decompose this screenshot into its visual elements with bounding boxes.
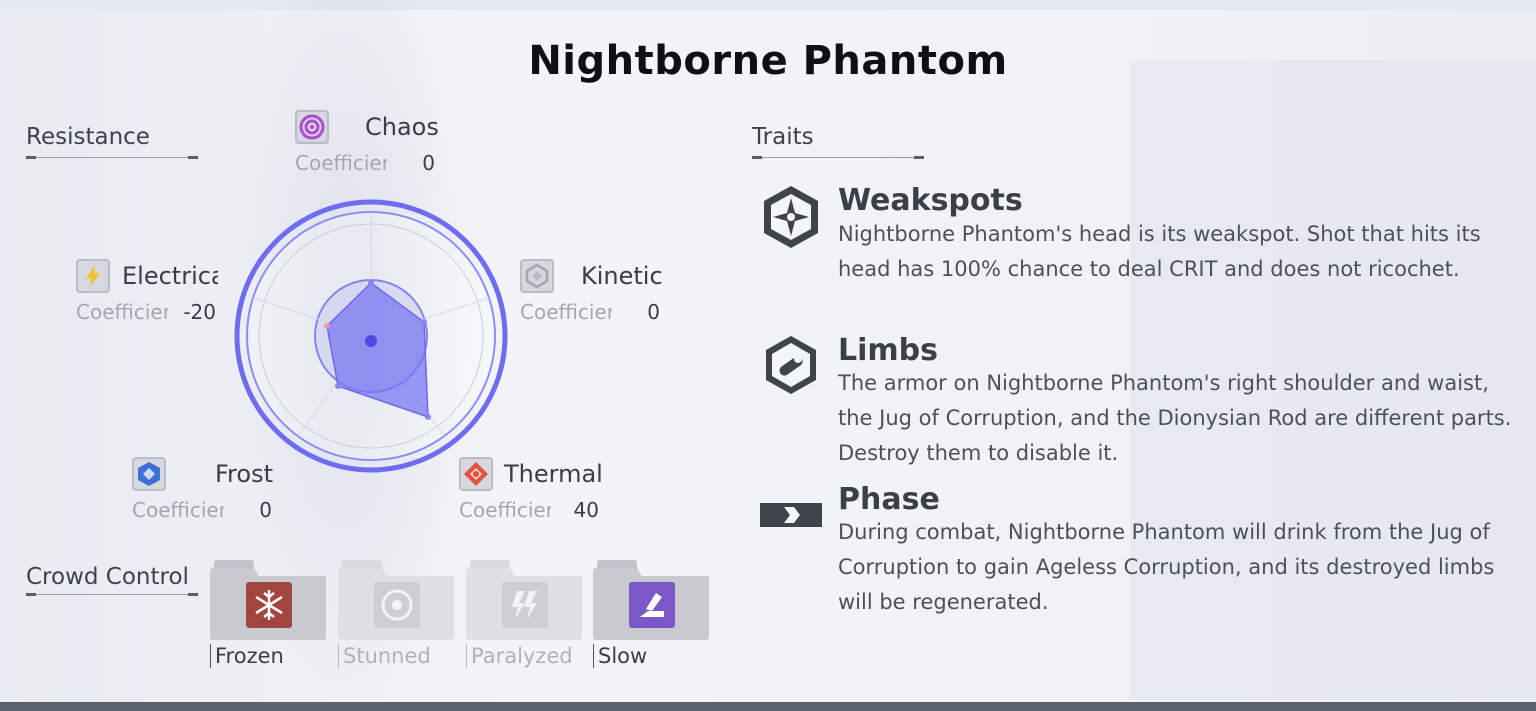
bottom-border [0,702,1536,711]
radar-point-kinetic [421,319,427,325]
traits-label: Traits [752,124,814,150]
resistance-name: Kinetic [581,262,663,290]
resistance-name: Electrical [122,262,218,290]
radar-point-chaos [368,280,374,286]
weakspot-icon [757,183,825,255]
crowd-control-divider [26,593,198,596]
thermal-icon [459,457,493,491]
radar-center-dot [365,335,377,347]
enemy-title: Nightborne Phantom [528,38,1008,84]
coefficient-label: Coefficient [520,300,612,324]
coefficient-value: 0 [259,498,272,522]
cc-label: Paralyzed [466,644,573,668]
radar-point-thermal [425,414,431,420]
trait-name: Weakspots [838,183,1023,218]
cc-label: Frozen [210,644,284,668]
coefficient-label: Coefficient [76,300,168,324]
paralyzed-icon [502,582,548,628]
resistance-radar-chart [234,199,508,473]
phase-icon [760,503,822,531]
coefficient-label: Coefficient [132,498,224,522]
coefficient-value: -20 [183,300,216,324]
resistance-divider [26,156,198,159]
coefficient-value: 40 [573,498,599,522]
frost-icon [132,457,166,491]
resistance-label: Resistance [26,124,150,150]
cc-label: Stunned [338,644,431,668]
trait-description: The armor on Nightborne Phantom's right … [838,371,1512,465]
crowd-control-label: Crowd Control [26,564,189,590]
stunned-icon [374,582,420,628]
trait-name: Limbs [838,333,938,368]
resistance-name: Thermal [504,460,603,488]
limbs-icon [760,334,822,400]
electrical-icon [76,259,110,293]
coefficient-label: Coefficient [459,498,551,522]
cc-label: Slow [593,644,647,668]
frozen-icon [246,582,292,628]
coefficient-label: Coefficient [295,151,387,175]
coefficient-value: 0 [422,151,435,175]
resistance-name: Frost [215,460,273,488]
radar-point-electrical [324,323,330,329]
traits-divider [752,156,924,159]
radar-point-frost [335,383,341,389]
resistance-name: Chaos [365,113,439,141]
trait-description: Nightborne Phantom's head is its weakspo… [838,222,1481,281]
slow-icon [629,582,675,628]
trait-name: Phase [838,482,940,517]
trait-description: During combat, Nightborne Phantom will d… [838,520,1495,614]
coefficient-value: 0 [647,300,660,324]
kinetic-icon [520,259,554,293]
chaos-icon [295,110,329,144]
